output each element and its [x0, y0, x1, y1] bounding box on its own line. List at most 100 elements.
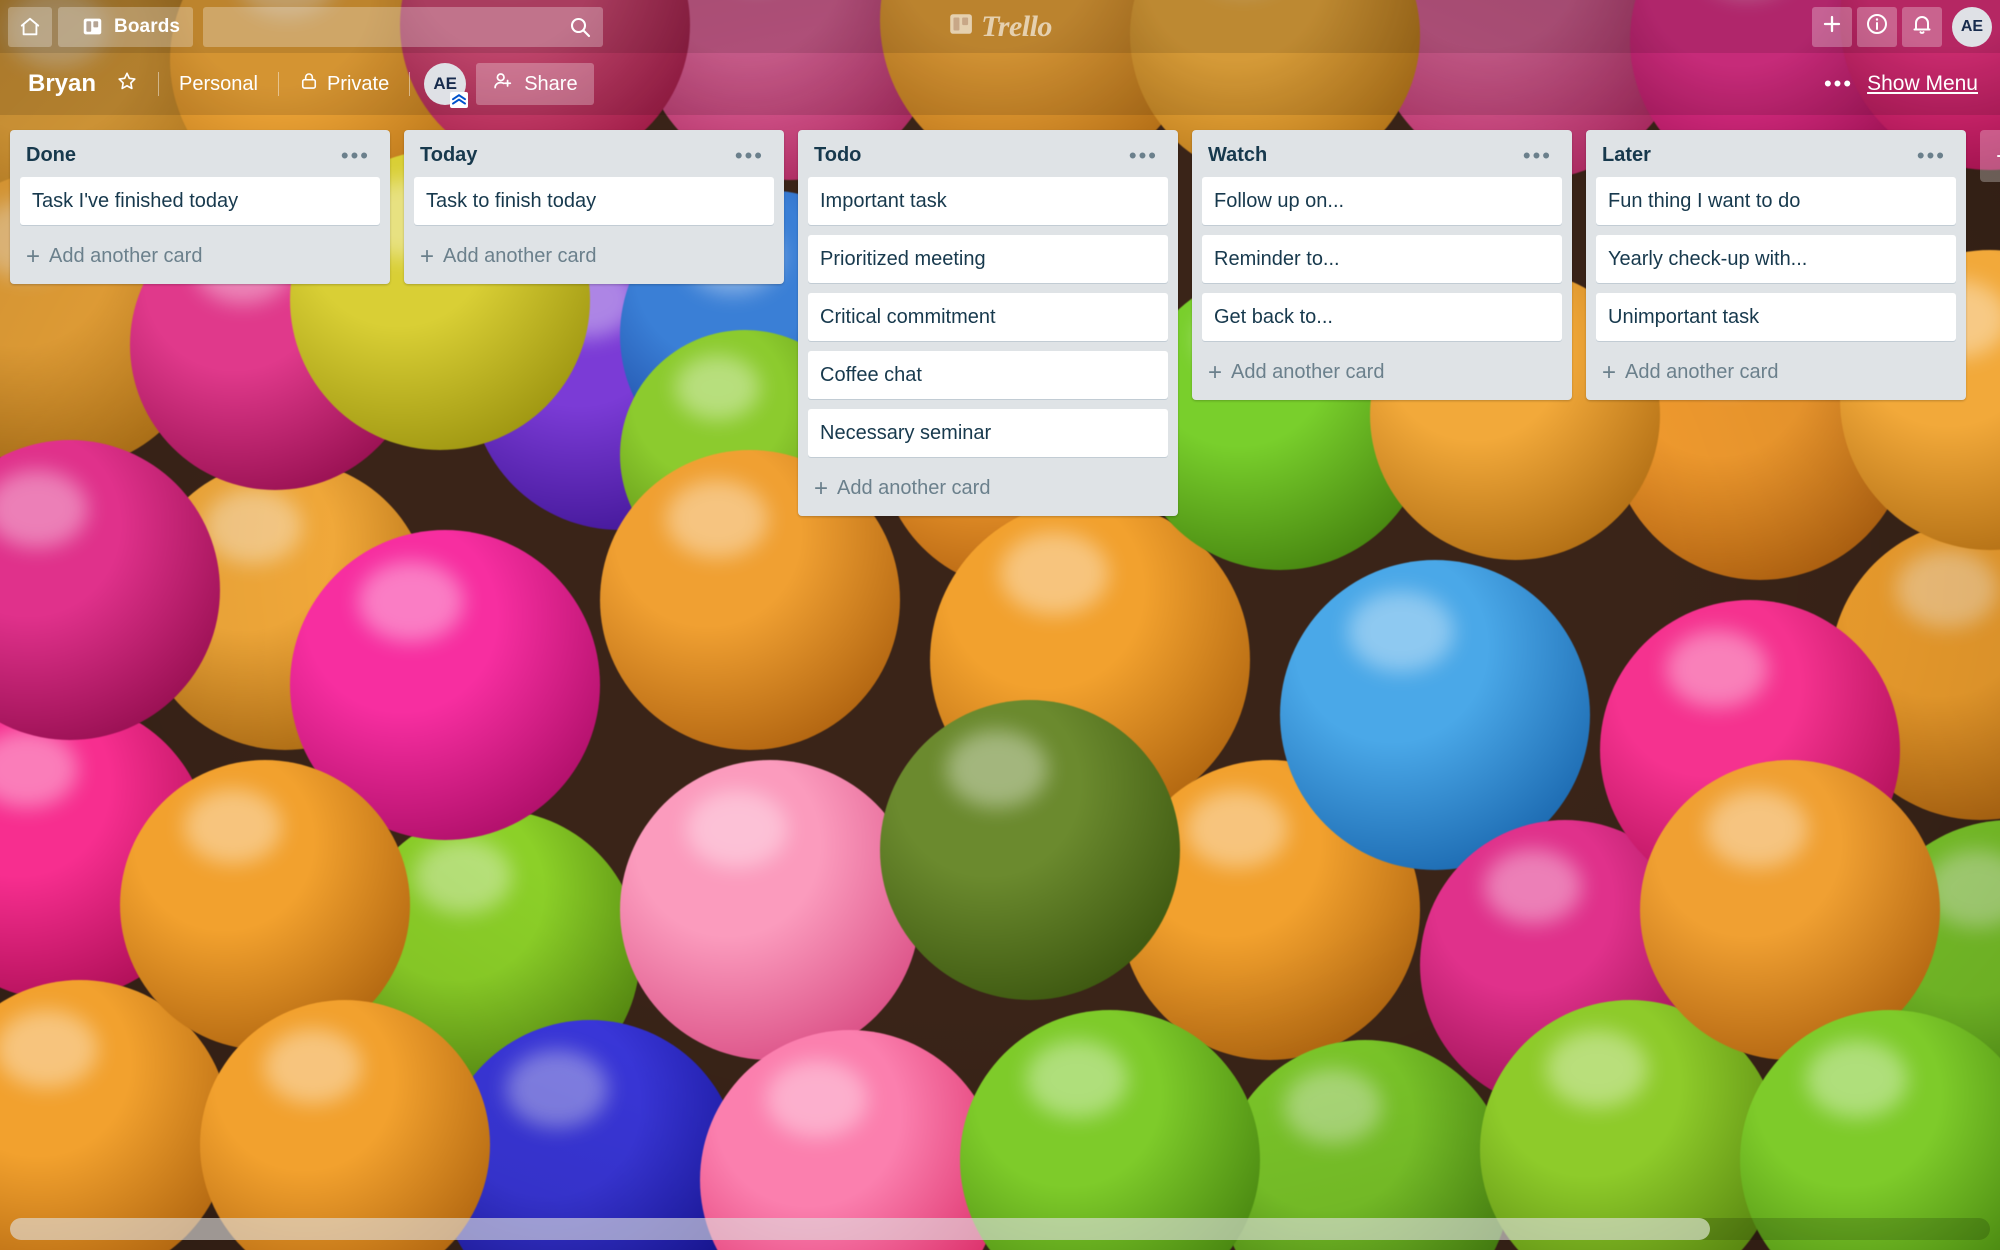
- trello-logo: Trello: [948, 0, 1052, 53]
- top-navigation-bar: Boards Trello AE: [0, 0, 2000, 53]
- boards-label: Boards: [114, 15, 181, 37]
- lock-icon: [299, 71, 319, 97]
- list-menu-icon[interactable]: •••: [1519, 144, 1556, 166]
- board-card[interactable]: Unimportant task: [1596, 293, 1956, 341]
- card-title: Task I've finished today: [32, 189, 239, 212]
- top-navigation-actions: AE: [1812, 0, 1992, 53]
- card-title: Prioritized meeting: [820, 247, 986, 270]
- list-header: Todo •••: [808, 138, 1168, 177]
- board-header-bar: Bryan Personal Private AE Share ••• Show…: [0, 53, 2000, 115]
- avatar-initials: AE: [1960, 17, 1984, 35]
- board-list: Done ••• Task I've finished today + Add anot…: [10, 130, 390, 284]
- add-another-card-button[interactable]: + Add another card: [1596, 351, 1956, 390]
- list-title[interactable]: Todo: [814, 144, 861, 167]
- card-title: Yearly check-up with...: [1608, 247, 1808, 270]
- list-menu-icon[interactable]: •••: [337, 144, 374, 166]
- share-label: Share: [524, 72, 578, 95]
- team-name-button[interactable]: Personal: [169, 66, 268, 103]
- board-menu-actions: ••• Show Menu: [1824, 53, 1978, 115]
- card-title: Necessary seminar: [820, 421, 992, 444]
- card-title: Coffee chat: [820, 363, 922, 386]
- search-icon[interactable]: [557, 7, 603, 47]
- board-card[interactable]: Task to finish today: [414, 177, 774, 225]
- star-board-button[interactable]: [106, 63, 148, 105]
- plus-icon: +: [26, 242, 41, 270]
- plus-icon: +: [420, 242, 435, 270]
- home-icon: [19, 16, 41, 38]
- trello-board-icon: [948, 11, 974, 42]
- member-initials: AE: [433, 74, 458, 93]
- card-title: Task to finish today: [426, 189, 597, 212]
- board-list: Later ••• Fun thing I want to do Yearly che…: [1586, 130, 1966, 400]
- board-list: Watch ••• Follow up on... Reminder to... Get…: [1192, 130, 1572, 400]
- info-button[interactable]: [1857, 6, 1897, 47]
- divider: [158, 72, 160, 96]
- list-title[interactable]: Later: [1602, 144, 1651, 167]
- board-card[interactable]: Reminder to...: [1202, 235, 1562, 283]
- visibility-label: Private: [326, 72, 390, 95]
- board-card[interactable]: Prioritized meeting: [808, 235, 1168, 283]
- list-header: Watch •••: [1202, 138, 1562, 177]
- plus-icon: +: [1996, 143, 2000, 169]
- board-card[interactable]: Fun thing I want to do: [1596, 177, 1956, 225]
- board-card[interactable]: Follow up on...: [1202, 177, 1562, 225]
- add-another-card-button[interactable]: + Add another card: [808, 467, 1168, 506]
- add-another-card-label: Add another card: [1625, 361, 1779, 383]
- list-header: Today •••: [414, 138, 774, 177]
- board-name[interactable]: Bryan: [18, 64, 106, 104]
- plus-icon: [1820, 12, 1844, 41]
- info-icon: [1865, 12, 1889, 41]
- plus-icon: +: [814, 474, 829, 502]
- add-another-card-label: Add another card: [443, 245, 597, 267]
- list-title[interactable]: Today: [420, 144, 477, 167]
- list-menu-icon[interactable]: •••: [1125, 144, 1162, 166]
- list-menu-icon[interactable]: •••: [731, 144, 768, 166]
- card-title: Important task: [820, 189, 947, 212]
- divider: [409, 72, 411, 96]
- search-box[interactable]: [203, 6, 604, 47]
- board-card[interactable]: Necessary seminar: [808, 409, 1168, 457]
- team-label: Personal: [179, 72, 258, 95]
- home-button[interactable]: [8, 6, 52, 47]
- add-button[interactable]: [1812, 6, 1852, 47]
- horizontal-scrollbar-track[interactable]: [10, 1218, 1990, 1240]
- board-card[interactable]: Yearly check-up with...: [1596, 235, 1956, 283]
- add-another-card-label: Add another card: [1231, 361, 1385, 383]
- board-card[interactable]: Task I've finished today: [20, 177, 380, 225]
- add-another-card-button[interactable]: + Add another card: [414, 235, 774, 274]
- star-icon: [116, 70, 138, 98]
- board-menu-dots-icon[interactable]: •••: [1824, 73, 1853, 95]
- add-person-icon: [492, 70, 514, 98]
- share-button[interactable]: Share: [476, 63, 594, 105]
- boards-button[interactable]: Boards: [58, 6, 194, 47]
- board-card[interactable]: Important task: [808, 177, 1168, 225]
- list-title[interactable]: Watch: [1208, 144, 1267, 167]
- list-title[interactable]: Done: [26, 144, 76, 167]
- card-title: Get back to...: [1214, 305, 1333, 328]
- card-title: Critical commitment: [820, 305, 996, 328]
- show-menu-link[interactable]: Show Menu: [1867, 72, 1978, 96]
- bell-icon: [1910, 12, 1934, 41]
- card-title: Fun thing I want to do: [1608, 189, 1801, 212]
- add-another-list-button[interactable]: +Add another list: [1980, 130, 2000, 182]
- board-card[interactable]: Get back to...: [1202, 293, 1562, 341]
- list-menu-icon[interactable]: •••: [1913, 144, 1950, 166]
- add-another-card-button[interactable]: + Add another card: [1202, 351, 1562, 390]
- plus-icon: +: [1602, 358, 1617, 386]
- add-another-card-label: Add another card: [49, 245, 203, 267]
- board-member-avatar[interactable]: AE: [424, 63, 469, 108]
- board-lists-canvas: Done ••• Task I've finished today + Add anot…: [0, 122, 2000, 1202]
- board-card[interactable]: Critical commitment: [808, 293, 1168, 341]
- horizontal-scrollbar-thumb[interactable]: [10, 1218, 1710, 1240]
- board-card[interactable]: Coffee chat: [808, 351, 1168, 399]
- visibility-button[interactable]: Private: [289, 64, 399, 104]
- divider: [277, 72, 279, 96]
- add-another-card-button[interactable]: + Add another card: [20, 235, 380, 274]
- card-title: Reminder to...: [1214, 247, 1340, 270]
- notifications-button[interactable]: [1902, 6, 1942, 47]
- card-title: Unimportant task: [1608, 305, 1760, 328]
- search-input[interactable]: [203, 6, 558, 47]
- trello-wordmark: Trello: [981, 9, 1052, 43]
- avatar[interactable]: AE: [1952, 6, 1992, 47]
- trello-app: Boards Trello AE Bryan Personal Private …: [0, 0, 2000, 1250]
